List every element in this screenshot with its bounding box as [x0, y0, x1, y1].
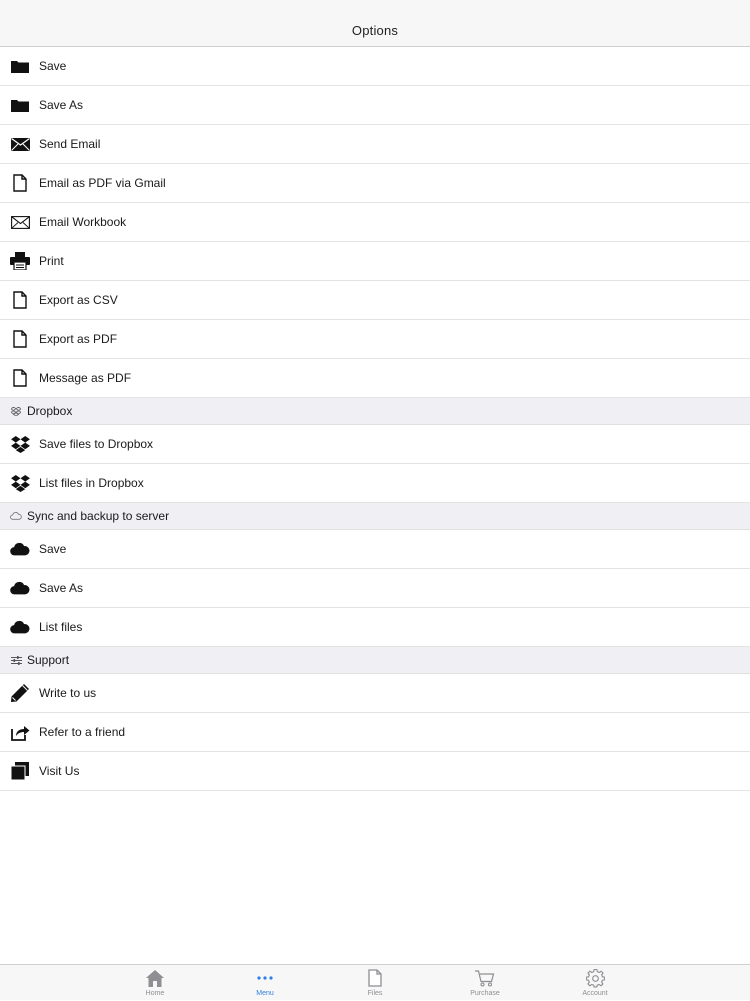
menu-item-save-files-dropbox[interactable]: Save files to Dropbox: [0, 425, 750, 464]
tab-home[interactable]: Home: [125, 965, 185, 1001]
menu-item-label: Write to us: [39, 686, 97, 700]
tab-bar: Home Menu Files Purchase Account: [0, 964, 750, 1000]
tab-label: Home: [145, 990, 165, 997]
menu-item-visit-us[interactable]: Visit Us: [0, 752, 750, 791]
tab-purchase[interactable]: Purchase: [455, 965, 515, 1001]
menu-item-write-to-us[interactable]: Write to us: [0, 674, 750, 713]
menu-item-save[interactable]: Save: [0, 47, 750, 86]
menu-item-label: Email Workbook: [39, 215, 127, 229]
document-icon: [10, 329, 30, 349]
menu-item-label: Email as PDF via Gmail: [39, 176, 166, 190]
section-header-support: Support: [0, 647, 750, 674]
menu-item-label: Export as PDF: [39, 332, 118, 346]
envelope-outline-icon: [10, 212, 30, 232]
cloud-icon: [10, 617, 30, 637]
window-stack-icon: [10, 761, 30, 781]
dropbox-icon: [10, 473, 30, 493]
tab-account[interactable]: Account: [565, 965, 625, 1001]
menu-item-email-pdf-gmail[interactable]: Email as PDF via Gmail: [0, 164, 750, 203]
tab-label: Purchase: [470, 990, 500, 997]
tab-label: Account: [582, 990, 608, 997]
menu-item-label: List files: [39, 620, 83, 634]
menu-item-sync-list-files[interactable]: List files: [0, 608, 750, 647]
printer-icon: [10, 251, 30, 271]
menu-item-print[interactable]: Print: [0, 242, 750, 281]
tab-files[interactable]: Files: [345, 965, 405, 1001]
section-header-dropbox: Dropbox: [0, 398, 750, 425]
envelope-filled-icon: [10, 134, 30, 154]
menu-item-label: Save As: [39, 98, 84, 112]
tab-label: Menu: [256, 990, 274, 997]
menu-item-label: Save: [39, 542, 67, 556]
options-list: Save Save As Send Email Email as PDF via…: [0, 47, 750, 791]
menu-item-label: Visit Us: [39, 764, 80, 778]
menu-item-export-csv[interactable]: Export as CSV: [0, 281, 750, 320]
cart-icon: [475, 968, 495, 988]
section-title: Support: [27, 653, 70, 667]
tab-menu[interactable]: Menu: [235, 965, 295, 1001]
document-icon: [10, 290, 30, 310]
share-icon: [10, 722, 30, 742]
menu-item-sync-save-as[interactable]: Save As: [0, 569, 750, 608]
cloud-icon: [10, 539, 30, 559]
menu-item-label: Save As: [39, 581, 84, 595]
section-title: Sync and backup to server: [27, 509, 170, 523]
menu-item-label: Export as CSV: [39, 293, 118, 307]
menu-item-label: Refer to a friend: [39, 725, 126, 739]
dropbox-small-icon: [10, 405, 22, 417]
gear-icon: [585, 968, 605, 988]
folder-icon: [10, 95, 30, 115]
menu-item-message-pdf[interactable]: Message as PDF: [0, 359, 750, 398]
ellipsis-icon: [256, 968, 274, 988]
menu-item-list-files-dropbox[interactable]: List files in Dropbox: [0, 464, 750, 503]
folder-icon: [10, 56, 30, 76]
pencil-icon: [10, 683, 30, 703]
document-icon: [10, 173, 30, 193]
file-icon: [368, 968, 382, 988]
cloud-small-icon: [10, 510, 22, 522]
tab-label: Files: [367, 990, 383, 997]
menu-item-email-workbook[interactable]: Email Workbook: [0, 203, 750, 242]
navigation-bar: Options: [0, 0, 750, 47]
menu-item-label: Save files to Dropbox: [39, 437, 154, 451]
menu-item-label: List files in Dropbox: [39, 476, 144, 490]
menu-item-sync-save[interactable]: Save: [0, 530, 750, 569]
home-icon: [146, 968, 164, 988]
sliders-icon: [10, 654, 22, 666]
menu-item-label: Print: [39, 254, 64, 268]
cloud-icon: [10, 578, 30, 598]
dropbox-icon: [10, 434, 30, 454]
menu-item-label: Send Email: [39, 137, 101, 151]
menu-item-label: Save: [39, 59, 67, 73]
menu-item-refer-friend[interactable]: Refer to a friend: [0, 713, 750, 752]
section-title: Dropbox: [27, 404, 73, 418]
page-title: Options: [351, 22, 399, 38]
menu-item-label: Message as PDF: [39, 371, 132, 385]
document-icon: [10, 368, 30, 388]
section-header-sync: Sync and backup to server: [0, 503, 750, 530]
menu-item-export-pdf[interactable]: Export as PDF: [0, 320, 750, 359]
menu-item-save-as[interactable]: Save As: [0, 86, 750, 125]
menu-item-send-email[interactable]: Send Email: [0, 125, 750, 164]
